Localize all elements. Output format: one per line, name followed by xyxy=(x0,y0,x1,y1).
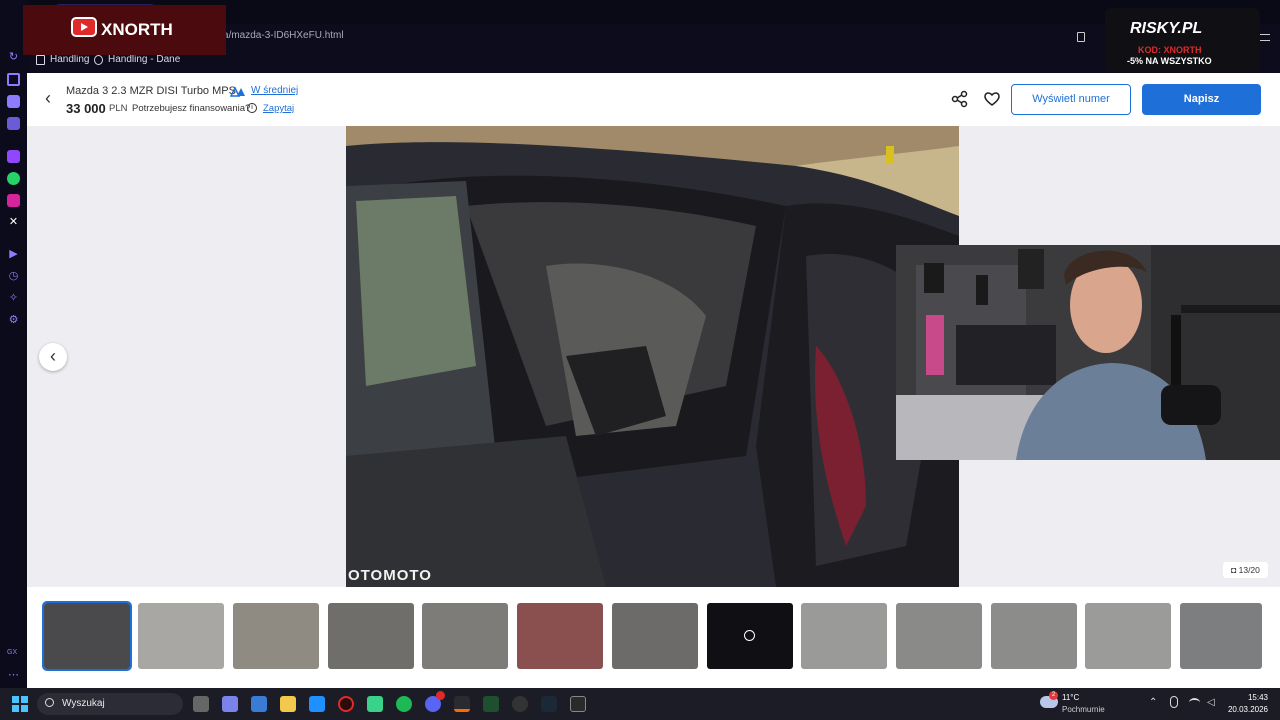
clock-time[interactable]: 15:43 xyxy=(1236,693,1268,702)
steam-icon[interactable] xyxy=(541,696,557,712)
bookmark-label: Handling - Dane xyxy=(108,54,181,65)
windows-taskbar xyxy=(0,688,1280,720)
ask-link[interactable]: Zapytaj xyxy=(263,103,294,114)
teams-icon[interactable] xyxy=(222,696,238,712)
thumbnail[interactable] xyxy=(138,603,224,669)
previous-photo-button[interactable]: ‹ xyxy=(39,343,67,371)
instagram-icon[interactable] xyxy=(7,194,20,207)
thumbnail[interactable] xyxy=(422,603,508,669)
xbox-icon[interactable] xyxy=(483,696,499,712)
video-thumbnail[interactable] xyxy=(707,603,793,669)
photo-counter: ◘ 13/20 xyxy=(1223,562,1268,578)
streamer-name: XNORTH xyxy=(101,20,173,39)
share-icon[interactable] xyxy=(951,90,969,108)
thumbnail[interactable] xyxy=(1085,603,1171,669)
play-circle-icon[interactable]: ▶ xyxy=(6,248,21,261)
bookmark-label: Handling xyxy=(50,54,90,65)
streamer-facecam xyxy=(896,245,1280,460)
notification-badge xyxy=(436,691,445,700)
financing-question: Potrzebujesz finansowania? xyxy=(132,103,251,114)
opera-gx-taskbar-icon[interactable] xyxy=(338,696,354,712)
weather-description: Pochmurnie xyxy=(1062,705,1105,714)
epic-games-icon[interactable] xyxy=(570,696,586,712)
play-icon xyxy=(744,630,755,641)
settings-icon[interactable]: ⚙ xyxy=(6,314,21,327)
main-car-photo[interactable] xyxy=(346,126,959,587)
windows-start-icon[interactable] xyxy=(12,696,28,712)
sponsor-brand: RISKY.PL xyxy=(1130,20,1203,37)
temperature: 11°C xyxy=(1062,693,1080,702)
taskbar-search-input[interactable] xyxy=(37,693,183,715)
app-icon[interactable] xyxy=(367,696,383,712)
taskbar-search-placeholder: Wyszukaj xyxy=(62,698,105,709)
news-icon[interactable] xyxy=(7,95,20,108)
search-icon xyxy=(45,698,54,707)
chevron-up-icon[interactable]: ⌃ xyxy=(1149,697,1157,708)
gx-label: GX xyxy=(7,649,18,656)
show-number-button[interactable]: Wyświetl numer xyxy=(1011,84,1131,115)
twitch-icon[interactable] xyxy=(7,150,20,163)
youtube-icon xyxy=(71,17,97,37)
player-icon[interactable] xyxy=(7,117,20,130)
price-rating-link[interactable]: W średniej xyxy=(251,85,298,96)
weather-alert-badge: 2 xyxy=(1049,691,1058,700)
photo-counter-text: 13/20 xyxy=(1238,565,1260,575)
thumbnail[interactable] xyxy=(233,603,319,669)
whatsapp-icon[interactable] xyxy=(7,172,20,185)
store-icon[interactable] xyxy=(251,696,267,712)
gx-corner-icon[interactable] xyxy=(7,73,20,86)
sponsor-code: KOD: XNORTH xyxy=(1138,45,1202,55)
mail-icon[interactable] xyxy=(309,696,325,712)
bookmark-handling[interactable]: Handling xyxy=(36,54,89,65)
currency: PLN xyxy=(109,103,128,114)
more-icon[interactable]: ⋯ xyxy=(6,669,21,682)
camera-icon: ◘ xyxy=(1231,565,1237,575)
info-icon[interactable]: i xyxy=(247,103,257,113)
price: 33 000 xyxy=(66,101,106,116)
thumbnail[interactable] xyxy=(991,603,1077,669)
favorite-heart-icon[interactable] xyxy=(983,90,1001,108)
microphone-icon[interactable] xyxy=(1170,696,1178,708)
gx-control-icon[interactable]: ↻ xyxy=(6,51,21,64)
thumbnail[interactable] xyxy=(1180,603,1262,669)
globe-icon xyxy=(94,54,103,65)
volume-icon[interactable]: ◁ xyxy=(1207,697,1215,708)
page-icon xyxy=(36,54,45,65)
sponsor-promo: -5% NA WSZYSTKO xyxy=(1127,56,1212,66)
streaming-app-icon[interactable] xyxy=(454,696,470,712)
wifi-icon[interactable] xyxy=(1189,698,1200,707)
menu-icon[interactable] xyxy=(1260,34,1270,41)
price-rating-icon xyxy=(230,86,245,97)
task-view-icon[interactable] xyxy=(193,696,209,712)
otomoto-watermark: OTOMOTO xyxy=(348,567,432,584)
file-explorer-icon[interactable] xyxy=(280,696,296,712)
thumbnail[interactable] xyxy=(328,603,414,669)
back-button[interactable]: ‹ xyxy=(38,89,58,109)
write-message-button[interactable]: Napisz xyxy=(1142,84,1261,115)
listing-title: Mazda 3 2.3 MZR DISI Turbo MPS xyxy=(66,85,236,97)
thumbnail[interactable] xyxy=(612,603,698,669)
thumbnail[interactable] xyxy=(42,601,132,671)
x-twitter-icon[interactable]: ✕ xyxy=(6,216,21,229)
thumbnail[interactable] xyxy=(896,603,982,669)
extensions-icon[interactable]: ✧ xyxy=(6,292,21,305)
bookmark-icon[interactable] xyxy=(1077,32,1085,42)
clock-date[interactable]: 20.03.2026 xyxy=(1226,705,1268,714)
app-icon[interactable] xyxy=(512,696,528,712)
spotify-icon[interactable] xyxy=(396,696,412,712)
thumbnail[interactable] xyxy=(801,603,887,669)
thumbnail[interactable] xyxy=(517,603,603,669)
browser-sidebar: ↻ ✕ ▶ ◷ ✧ ⚙ GX ⋯ xyxy=(0,0,27,688)
history-icon[interactable]: ◷ xyxy=(6,270,21,283)
bookmark-handling-dane[interactable]: Handling - Dane xyxy=(94,54,180,65)
